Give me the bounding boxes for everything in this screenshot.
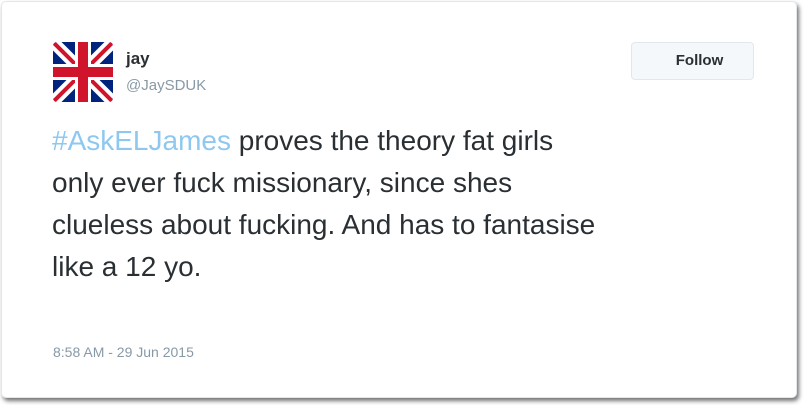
author-display-name[interactable]: jay: [126, 49, 150, 69]
tweet-text-line1: proves the theory fat girls: [230, 125, 554, 156]
tweet-text: #AskELJames proves the theory fat girls …: [52, 120, 772, 288]
union-jack-flag-icon: [53, 42, 113, 102]
follow-button-label: Follow: [675, 52, 724, 69]
tweet-text-line3: clueless about fucking. And has to fanta…: [52, 209, 596, 240]
tweet-text-line4: like a 12 yo.: [52, 251, 202, 282]
follow-button[interactable]: Follow: [631, 42, 754, 80]
tweet-text-line2: only ever fuck missionary, since shes: [52, 167, 513, 198]
author-handle[interactable]: @JaySDUK: [126, 77, 206, 94]
tweet-timestamp[interactable]: 8:58 AM - 29 Jun 2015: [53, 344, 194, 360]
hashtag-link[interactable]: #AskELJames: [52, 125, 231, 156]
tweet-card: jay @JaySDUK Follow #AskELJames proves t…: [1, 1, 797, 398]
avatar[interactable]: [53, 42, 113, 102]
